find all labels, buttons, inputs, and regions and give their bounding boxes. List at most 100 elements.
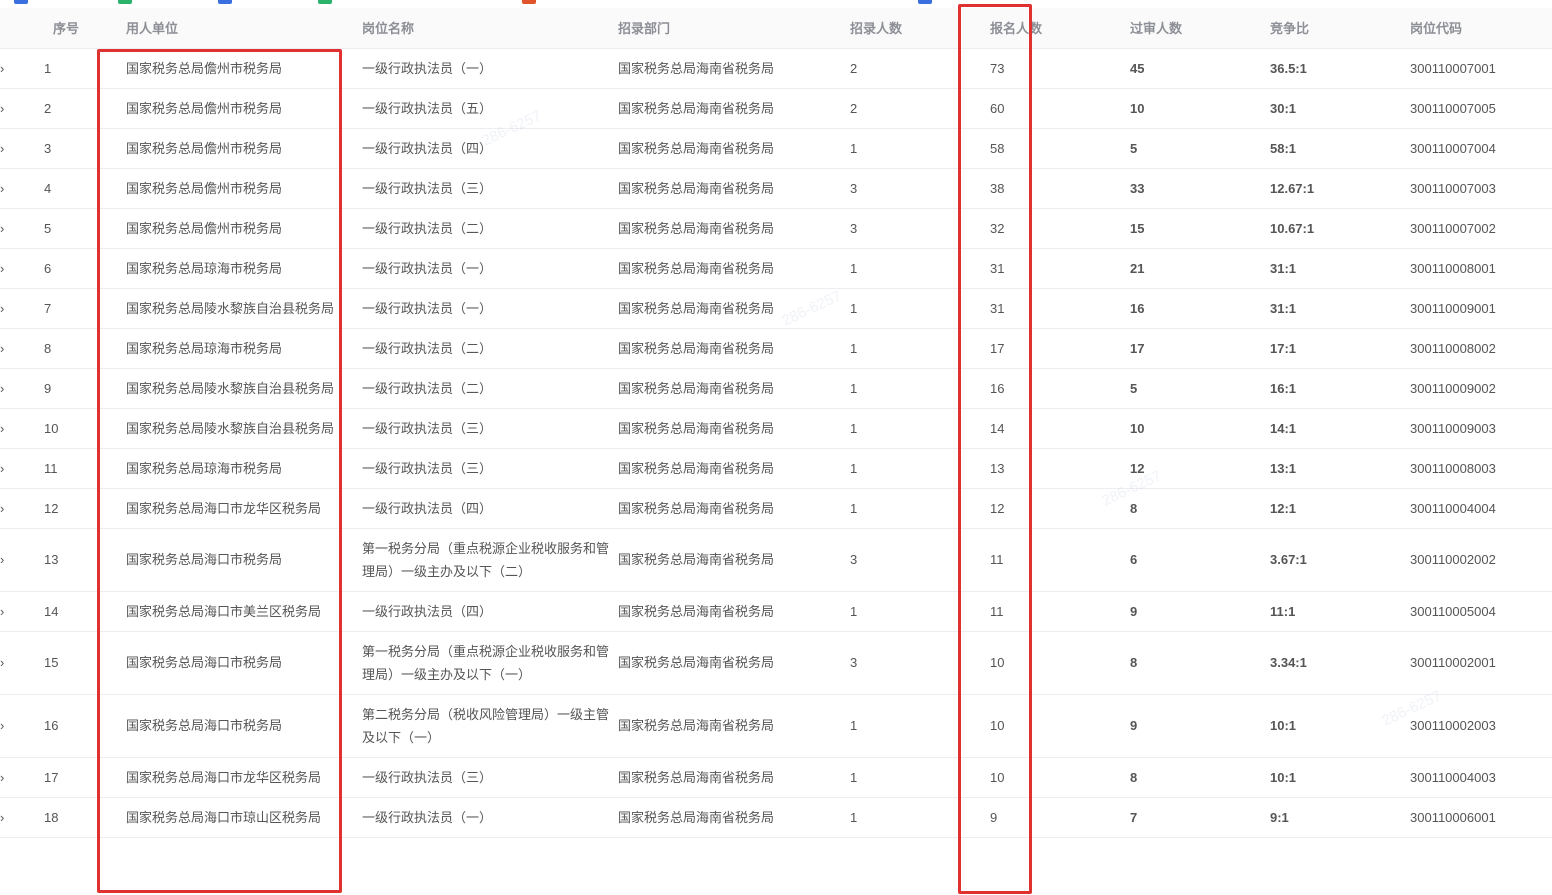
cell-passed: 45 — [1130, 48, 1270, 89]
cell-passed: 7 — [1130, 797, 1270, 838]
toolbar-icon[interactable] — [918, 0, 932, 4]
cell-unit: 国家税务总局陵水黎族自治县税务局 — [126, 288, 362, 329]
table-row[interactable]: › 3 国家税务总局儋州市税务局 一级行政执法员（四） 国家税务总局海南省税务局 1 58 5… — [0, 128, 1552, 169]
table-row[interactable]: › 13 国家税务总局海口市税务局 第一税务分局（重点税源企业税收服务和管理局）一级主… — [0, 528, 1552, 592]
table-row[interactable]: › 2 国家税务总局儋州市税务局 一级行政执法员（五） 国家税务总局海南省税务局 2 60 1… — [0, 88, 1552, 129]
cell-code: 300110008003 — [1410, 448, 1552, 489]
cell-apply: 32 — [990, 208, 1130, 249]
expand-chevron-icon[interactable]: › — [0, 488, 44, 529]
cell-post: 一级行政执法员（三） — [362, 408, 618, 449]
cell-unit: 国家税务总局陵水黎族自治县税务局 — [126, 368, 362, 409]
cell-no: 7 — [44, 288, 126, 329]
cell-recruit: 3 — [850, 631, 990, 695]
expand-chevron-icon[interactable]: › — [0, 591, 44, 632]
expand-chevron-icon[interactable]: › — [0, 528, 44, 592]
cell-dept: 国家税务总局海南省税务局 — [618, 328, 850, 369]
header-no[interactable]: 序号 — [44, 8, 126, 49]
cell-apply: 58 — [990, 128, 1130, 169]
cell-recruit: 1 — [850, 408, 990, 449]
header-post[interactable]: 岗位名称 — [362, 8, 618, 49]
toolbar-icon[interactable] — [14, 0, 28, 4]
cell-unit: 国家税务总局陵水黎族自治县税务局 — [126, 408, 362, 449]
expand-chevron-icon[interactable]: › — [0, 288, 44, 329]
cell-ratio: 3.34:1 — [1270, 631, 1410, 695]
cell-post: 一级行政执法员（二） — [362, 208, 618, 249]
cell-dept: 国家税务总局海南省税务局 — [618, 208, 850, 249]
cell-no: 1 — [44, 48, 126, 89]
table-row[interactable]: › 6 国家税务总局琼海市税务局 一级行政执法员（一） 国家税务总局海南省税务局 1 31 2… — [0, 248, 1552, 289]
cell-apply: 16 — [990, 368, 1130, 409]
table-row[interactable]: › 17 国家税务总局海口市龙华区税务局 一级行政执法员（三） 国家税务总局海南省税务局… — [0, 757, 1552, 798]
cell-unit: 国家税务总局琼海市税务局 — [126, 248, 362, 289]
header-unit[interactable]: 用人单位 — [126, 8, 362, 49]
expand-chevron-icon[interactable]: › — [0, 797, 44, 838]
expand-chevron-icon[interactable]: › — [0, 248, 44, 289]
header-code[interactable]: 岗位代码 — [1410, 8, 1552, 49]
cell-passed: 9 — [1130, 694, 1270, 758]
cell-recruit: 2 — [850, 88, 990, 129]
table-row[interactable]: › 18 国家税务总局海口市琼山区税务局 一级行政执法员（一） 国家税务总局海南省税务局… — [0, 797, 1552, 838]
cell-unit: 国家税务总局海口市税务局 — [126, 631, 362, 695]
expand-chevron-icon[interactable]: › — [0, 368, 44, 409]
cell-dept: 国家税务总局海南省税务局 — [618, 797, 850, 838]
table-row[interactable]: › 4 国家税务总局儋州市税务局 一级行政执法员（三） 国家税务总局海南省税务局 3 38 3… — [0, 168, 1552, 209]
table-row[interactable]: › 16 国家税务总局海口市税务局 第二税务分局（税收风险管理局）一级主管及以下（一）… — [0, 694, 1552, 758]
cell-passed: 21 — [1130, 248, 1270, 289]
cell-dept: 国家税务总局海南省税务局 — [618, 368, 850, 409]
table-row[interactable]: › 9 国家税务总局陵水黎族自治县税务局 一级行政执法员（二） 国家税务总局海南省税务局… — [0, 368, 1552, 409]
header-passed[interactable]: 过审人数 — [1130, 8, 1270, 49]
expand-chevron-icon[interactable]: › — [0, 88, 44, 129]
cell-unit: 国家税务总局琼海市税务局 — [126, 328, 362, 369]
cell-dept: 国家税务总局海南省税务局 — [618, 408, 850, 449]
cell-code: 300110009003 — [1410, 408, 1552, 449]
table-row[interactable]: › 7 国家税务总局陵水黎族自治县税务局 一级行政执法员（一） 国家税务总局海南省税务局… — [0, 288, 1552, 329]
header-recruit[interactable]: 招录人数 — [850, 8, 990, 49]
cell-no: 17 — [44, 757, 126, 798]
table-row[interactable]: › 15 国家税务总局海口市税务局 第一税务分局（重点税源企业税收服务和管理局）一级主… — [0, 631, 1552, 695]
cell-unit: 国家税务总局海口市龙华区税务局 — [126, 757, 362, 798]
cell-dept: 国家税务总局海南省税务局 — [618, 288, 850, 329]
expand-chevron-icon[interactable]: › — [0, 694, 44, 758]
cell-no: 12 — [44, 488, 126, 529]
expand-chevron-icon[interactable]: › — [0, 328, 44, 369]
cell-passed: 6 — [1130, 528, 1270, 592]
expand-chevron-icon[interactable]: › — [0, 448, 44, 489]
header-apply[interactable]: 报名人数 — [990, 8, 1130, 49]
toolbar-icon[interactable] — [218, 0, 232, 4]
expand-chevron-icon[interactable]: › — [0, 757, 44, 798]
cell-code: 300110007004 — [1410, 128, 1552, 169]
toolbar-icon[interactable] — [522, 0, 536, 4]
header-ratio[interactable]: 竞争比 — [1270, 8, 1410, 49]
table-row[interactable]: › 11 国家税务总局琼海市税务局 一级行政执法员（三） 国家税务总局海南省税务局 1 13… — [0, 448, 1552, 489]
table-row[interactable]: › 1 国家税务总局儋州市税务局 一级行政执法员（一） 国家税务总局海南省税务局 2 73 4… — [0, 48, 1552, 89]
cell-ratio: 31:1 — [1270, 288, 1410, 329]
cell-no: 13 — [44, 528, 126, 592]
cell-dept: 国家税务总局海南省税务局 — [618, 48, 850, 89]
expand-chevron-icon[interactable]: › — [0, 208, 44, 249]
cell-dept: 国家税务总局海南省税务局 — [618, 591, 850, 632]
cell-apply: 10 — [990, 631, 1130, 695]
table-row[interactable]: › 10 国家税务总局陵水黎族自治县税务局 一级行政执法员（三） 国家税务总局海南省税务… — [0, 408, 1552, 449]
cell-ratio: 12.67:1 — [1270, 168, 1410, 209]
cell-no: 11 — [44, 448, 126, 489]
toolbar-icon[interactable] — [118, 0, 132, 4]
cell-ratio: 36.5:1 — [1270, 48, 1410, 89]
header-dept[interactable]: 招录部门 — [618, 8, 850, 49]
table-row[interactable]: › 14 国家税务总局海口市美兰区税务局 一级行政执法员（四） 国家税务总局海南省税务局… — [0, 591, 1552, 632]
cell-passed: 12 — [1130, 448, 1270, 489]
expand-chevron-icon[interactable]: › — [0, 48, 44, 89]
expand-chevron-icon[interactable]: › — [0, 168, 44, 209]
cell-ratio: 30:1 — [1270, 88, 1410, 129]
cell-recruit: 1 — [850, 591, 990, 632]
cell-ratio: 10:1 — [1270, 757, 1410, 798]
cell-no: 2 — [44, 88, 126, 129]
table-row[interactable]: › 12 国家税务总局海口市龙华区税务局 一级行政执法员（四） 国家税务总局海南省税务局… — [0, 488, 1552, 529]
expand-chevron-icon[interactable]: › — [0, 128, 44, 169]
table-row[interactable]: › 5 国家税务总局儋州市税务局 一级行政执法员（二） 国家税务总局海南省税务局 3 32 1… — [0, 208, 1552, 249]
cell-ratio: 31:1 — [1270, 248, 1410, 289]
cell-ratio: 16:1 — [1270, 368, 1410, 409]
table-row[interactable]: › 8 国家税务总局琼海市税务局 一级行政执法员（二） 国家税务总局海南省税务局 1 17 1… — [0, 328, 1552, 369]
toolbar-icon[interactable] — [318, 0, 332, 4]
expand-chevron-icon[interactable]: › — [0, 408, 44, 449]
expand-chevron-icon[interactable]: › — [0, 631, 44, 695]
